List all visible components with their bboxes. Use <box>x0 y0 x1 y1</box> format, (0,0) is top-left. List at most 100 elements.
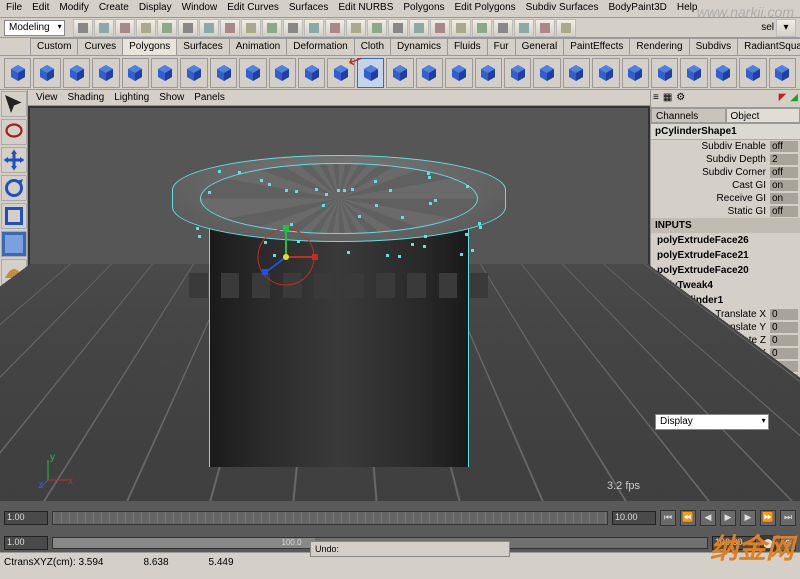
toolbar-btn-19[interactable] <box>472 19 492 37</box>
toolbar-btn-9[interactable] <box>262 19 282 37</box>
menu-file[interactable]: File <box>6 2 22 15</box>
history-node[interactable]: polyExtrudeFace26 <box>651 233 800 248</box>
step-fwd-icon[interactable]: ⏩ <box>760 510 776 526</box>
shelf-item-4[interactable] <box>122 58 149 88</box>
toolbar-btn-20[interactable] <box>493 19 513 37</box>
toolbar-btn-6[interactable] <box>199 19 219 37</box>
tab-object[interactable]: Object <box>726 108 800 123</box>
time-track[interactable] <box>52 511 608 525</box>
shelf-tab-painteffects[interactable]: PaintEffects <box>563 38 630 55</box>
shelf-item-10[interactable] <box>298 58 325 88</box>
inputs-header[interactable]: INPUTS <box>651 218 800 233</box>
play-back-icon[interactable]: ▶ <box>720 510 736 526</box>
collapse-icon[interactable]: ◢ <box>790 92 798 105</box>
shelf-item-9[interactable] <box>269 58 296 88</box>
range-start-field[interactable]: 1.00 <box>4 536 48 550</box>
shape-name[interactable]: pCylinderShape1 <box>651 124 800 140</box>
shelf-item-1[interactable] <box>33 58 60 88</box>
menu-edit-nurbs[interactable]: Edit NURBS <box>338 2 393 15</box>
shelf-item-14[interactable] <box>416 58 443 88</box>
toolbar-btn-1[interactable] <box>94 19 114 37</box>
menu-help[interactable]: Help <box>677 2 698 15</box>
attr-row[interactable]: Subdiv Depth2 <box>651 153 800 166</box>
shelf-item-8[interactable] <box>239 58 266 88</box>
toolbar-btn-18[interactable] <box>451 19 471 37</box>
shelf-item-20[interactable] <box>592 58 619 88</box>
menu-subdiv-surfaces[interactable]: Subdiv Surfaces <box>526 2 599 15</box>
toolbar-btn-8[interactable] <box>241 19 261 37</box>
shelf-tab-general[interactable]: General <box>515 38 565 55</box>
step-back-icon[interactable]: ⏪ <box>680 510 696 526</box>
display-dropdown[interactable]: Display <box>655 414 769 430</box>
toolbar-btn-4[interactable] <box>157 19 177 37</box>
vp-menu-view[interactable]: View <box>36 92 58 103</box>
shelf-item-0[interactable] <box>4 58 31 88</box>
shelf-item-22[interactable] <box>651 58 678 88</box>
attr-row[interactable]: Cast GIon <box>651 179 800 192</box>
shelf-tab-dynamics[interactable]: Dynamics <box>390 38 448 55</box>
toolbar-btn-7[interactable] <box>220 19 240 37</box>
shelf-item-19[interactable] <box>563 58 590 88</box>
toolbar-btn-22[interactable] <box>535 19 555 37</box>
shelf-item-7[interactable] <box>210 58 237 88</box>
shelf-tab-fluids[interactable]: Fluids <box>447 38 488 55</box>
shelf-item-18[interactable] <box>533 58 560 88</box>
menu-create[interactable]: Create <box>99 2 129 15</box>
toolbar-btn-11[interactable] <box>304 19 324 37</box>
move-tool[interactable] <box>1 147 27 173</box>
channel-icon[interactable]: ≡ <box>653 92 659 105</box>
shelf-tab-rendering[interactable]: Rendering <box>629 38 689 55</box>
time-end-field[interactable]: 10.00 <box>612 511 656 525</box>
expand-icon[interactable]: ◤ <box>779 92 787 105</box>
toolbar-btn-23[interactable] <box>556 19 576 37</box>
shelf-tab-radiantsquare[interactable]: RadiantSquare <box>737 38 800 55</box>
sel-mask-icon[interactable]: ▾ <box>776 19 796 37</box>
shelf-tab-subdivs[interactable]: Subdivs <box>689 38 739 55</box>
lasso-tool[interactable] <box>1 119 27 145</box>
toolbar-btn-13[interactable] <box>346 19 366 37</box>
toolbar-btn-14[interactable] <box>367 19 387 37</box>
manipulator-gizmo[interactable] <box>246 217 326 297</box>
menu-edit[interactable]: Edit <box>32 2 49 15</box>
menu-window[interactable]: Window <box>182 2 218 15</box>
menu-polygons[interactable]: Polygons <box>403 2 444 15</box>
shelf-item-21[interactable] <box>622 58 649 88</box>
menu-display[interactable]: Display <box>139 2 172 15</box>
shelf-item-3[interactable] <box>92 58 119 88</box>
tool-icon[interactable]: ⚙ <box>676 92 685 105</box>
attr-row[interactable]: Static GIoff <box>651 205 800 218</box>
shelf-tab-animation[interactable]: Animation <box>229 38 287 55</box>
menu-edit-curves[interactable]: Edit Curves <box>227 2 279 15</box>
toolbar-btn-17[interactable] <box>430 19 450 37</box>
history-node[interactable]: polyExtrudeFace20 <box>651 263 800 278</box>
select-tool[interactable] <box>1 91 27 117</box>
vp-menu-lighting[interactable]: Lighting <box>114 92 149 103</box>
shelf-item-15[interactable] <box>445 58 472 88</box>
shelf-item-16[interactable] <box>475 58 502 88</box>
toolbar-btn-5[interactable] <box>178 19 198 37</box>
shelf-tab-custom[interactable]: Custom <box>30 38 78 55</box>
fwd-end-icon[interactable]: ⏭ <box>780 510 796 526</box>
toolbar-btn-0[interactable] <box>73 19 93 37</box>
shelf-item-23[interactable] <box>680 58 707 88</box>
toolbar-btn-21[interactable] <box>514 19 534 37</box>
vp-menu-show[interactable]: Show <box>159 92 184 103</box>
module-dropdown[interactable]: Modeling <box>4 20 65 36</box>
time-start-field[interactable]: 1.00 <box>4 511 48 525</box>
shelf-tab-fur[interactable]: Fur <box>487 38 516 55</box>
menu-edit-polygons[interactable]: Edit Polygons <box>455 2 516 15</box>
shelf-item-13[interactable] <box>386 58 413 88</box>
prev-frame-icon[interactable]: ◀ <box>700 510 716 526</box>
menu-modify[interactable]: Modify <box>59 2 88 15</box>
shelf-item-5[interactable] <box>151 58 178 88</box>
next-frame-icon[interactable]: ▶ <box>740 510 756 526</box>
toolbar-btn-16[interactable] <box>409 19 429 37</box>
shelf-item-25[interactable] <box>739 58 766 88</box>
manipulator-tool[interactable] <box>1 231 27 257</box>
toolbar-btn-2[interactable] <box>115 19 135 37</box>
attr-icon[interactable]: ▦ <box>663 92 672 105</box>
viewport-persp[interactable]: y x z 3.2 fps <box>28 106 650 500</box>
attr-row[interactable]: Subdiv Enableoff <box>651 140 800 153</box>
shelf-tab-curves[interactable]: Curves <box>77 38 123 55</box>
shelf-item-24[interactable] <box>710 58 737 88</box>
